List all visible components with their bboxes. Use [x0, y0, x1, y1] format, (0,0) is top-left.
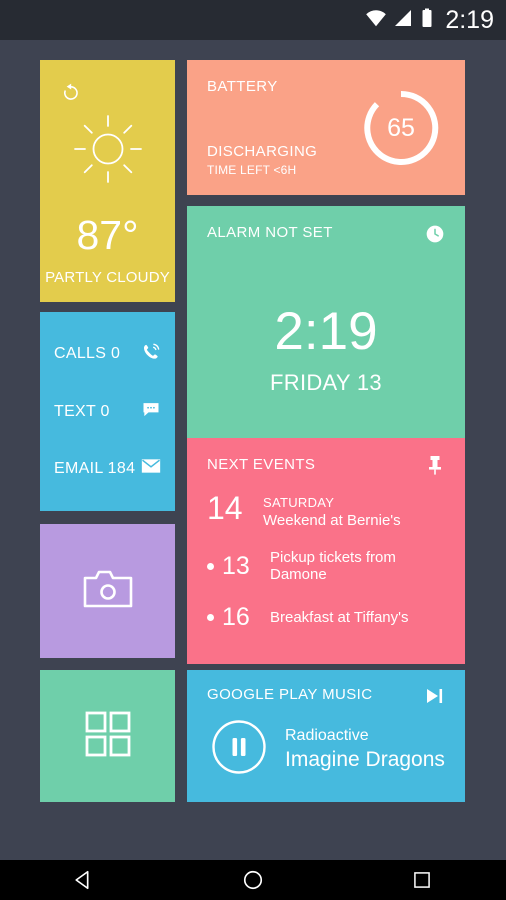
app-grid-icon: [85, 711, 131, 762]
back-icon[interactable]: [49, 860, 119, 900]
pause-icon[interactable]: [211, 719, 267, 780]
battery-ring: 65: [361, 88, 441, 168]
app-drawer-widget[interactable]: [40, 670, 175, 802]
weather-condition: PARTLY CLOUDY: [45, 269, 170, 286]
event-description: Pickup tickets from Damone: [270, 549, 396, 583]
communications-widget[interactable]: CALLS 0 TEXT 0 EMAIL 184: [40, 312, 175, 511]
clock-date: FRIDAY 13: [270, 370, 382, 395]
message-bubble-icon: [141, 399, 161, 424]
events-title: NEXT EVENTS: [207, 456, 316, 473]
featured-event[interactable]: 14 SATURDAY Weekend at Bernie's: [207, 490, 445, 529]
featured-event-description: Weekend at Bernie's: [263, 512, 401, 529]
bullet-icon: [207, 562, 214, 570]
clock-widget[interactable]: ALARM NOT SET 2:19 FRIDAY 13: [187, 206, 465, 466]
skip-next-icon[interactable]: [425, 687, 445, 710]
featured-event-day: 14: [207, 490, 243, 526]
sun-icon: [71, 112, 145, 191]
event-list-item[interactable]: 16 Breakfast at Tiffany's: [207, 603, 445, 632]
calls-row[interactable]: CALLS 0: [54, 339, 161, 369]
music-player-widget[interactable]: GOOGLE PLAY MUSIC Radioactive Imagine Dr…: [187, 670, 465, 802]
cell-signal-icon: [394, 9, 414, 32]
alarm-status: ALARM NOT SET: [207, 224, 333, 241]
bullet-icon: [207, 614, 214, 621]
next-events-widget[interactable]: NEXT EVENTS 14 SATURDAY Weekend at Berni…: [187, 438, 465, 664]
text-label: TEXT 0: [54, 402, 110, 420]
event-list-item[interactable]: 13 Pickup tickets from Damone: [207, 549, 445, 583]
battery-time-left: TIME LEFT <6H: [207, 163, 297, 177]
music-source-title: GOOGLE PLAY MUSIC: [207, 686, 373, 703]
envelope-icon: [141, 458, 161, 479]
wallpaper: 87° PARTLY CLOUDY CALLS 0 TEXT 0 EMAIL 1…: [0, 40, 506, 860]
status-bar-clock: 2:19: [445, 5, 494, 34]
weather-widget[interactable]: 87° PARTLY CLOUDY: [40, 60, 175, 302]
battery-percent: 65: [387, 113, 415, 142]
navigation-bar: [0, 860, 506, 900]
home-icon[interactable]: [218, 860, 288, 900]
music-track-title: Radioactive: [285, 727, 369, 744]
refresh-icon[interactable]: [60, 82, 81, 108]
event-day: 16: [222, 603, 250, 631]
wifi-icon: [365, 9, 387, 32]
battery-widget[interactable]: BATTERY DISCHARGING TIME LEFT <6H 65: [187, 60, 465, 195]
camera-shortcut-widget[interactable]: [40, 524, 175, 658]
weather-temperature: 87°: [76, 212, 139, 258]
camera-icon: [83, 568, 133, 615]
featured-event-weekday: SATURDAY: [263, 495, 335, 510]
email-row[interactable]: EMAIL 184: [54, 454, 161, 484]
recents-icon[interactable]: [387, 860, 457, 900]
battery-state: DISCHARGING: [207, 143, 318, 160]
clock-icon[interactable]: [425, 224, 445, 249]
android-homescreen: 2:19 87° PARTLY CLOUDY CALLS 0 TEXT 0 EM…: [0, 0, 506, 900]
pushpin-icon[interactable]: [427, 455, 443, 480]
calls-label: CALLS 0: [54, 345, 121, 363]
clock-time: 2:19: [274, 302, 378, 361]
event-day: 13: [222, 551, 250, 580]
text-row[interactable]: TEXT 0: [54, 397, 161, 427]
status-bar[interactable]: 2:19: [0, 0, 506, 40]
email-label: EMAIL 184: [54, 459, 136, 477]
music-artist: Imagine Dragons: [285, 748, 445, 771]
event-description: Breakfast at Tiffany's: [270, 609, 409, 626]
battery-full-icon: [421, 8, 433, 33]
phone-icon: [141, 342, 161, 367]
